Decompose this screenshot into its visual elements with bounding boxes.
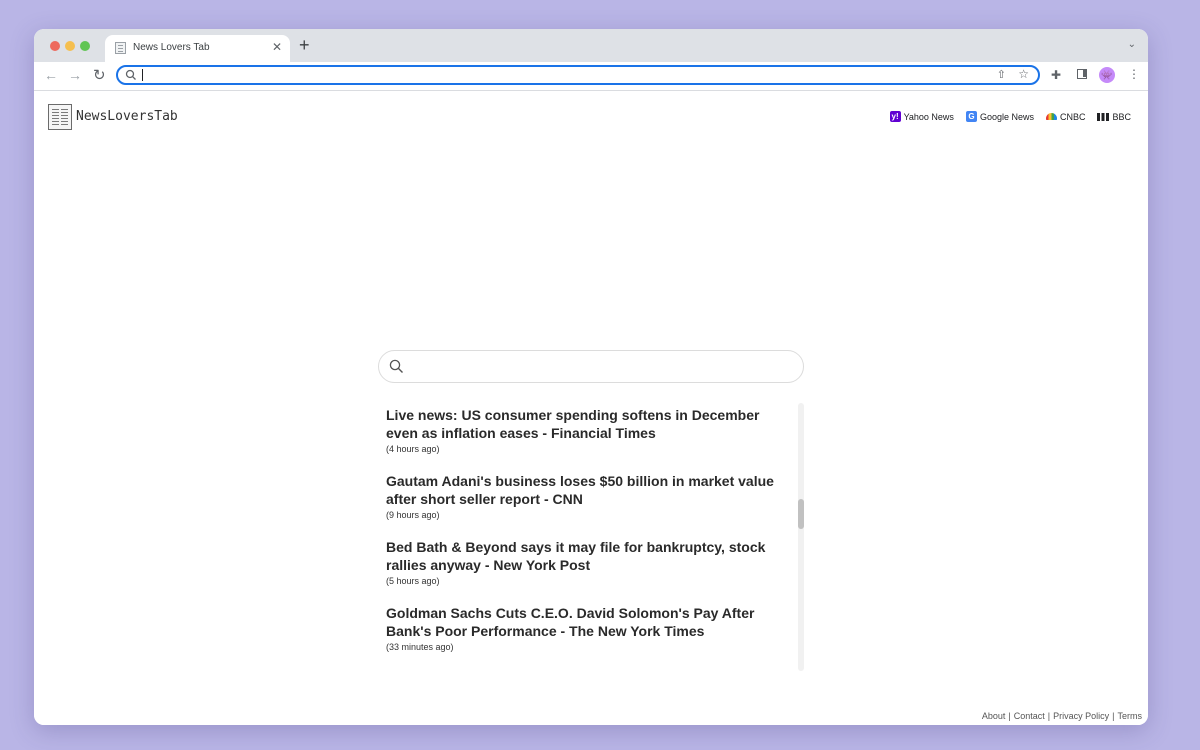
google-news-icon: G [965, 111, 977, 122]
news-search-box[interactable] [378, 350, 804, 383]
news-scrollbar[interactable] [798, 403, 804, 671]
news-headline-link[interactable]: Gautam Adani's business loses $50 billio… [386, 472, 786, 508]
maximize-window-button[interactable] [80, 41, 90, 51]
back-button[interactable]: ← [44, 67, 58, 83]
newspaper-icon [115, 42, 126, 54]
page-content: NewsLoversTab y! Yahoo News G Google New… [34, 91, 1148, 725]
tab-strip: News Lovers Tab ✕ + ⌄ [34, 29, 1148, 62]
new-tab-button[interactable]: + [299, 35, 310, 56]
forward-button[interactable]: → [68, 67, 82, 83]
minimize-window-button[interactable] [65, 41, 75, 51]
news-timestamp: (9 hours ago) [386, 510, 440, 520]
news-shortcuts: y! Yahoo News G Google News CNBC BBC [889, 111, 1131, 122]
news-headline-link[interactable]: Goldman Sachs Cuts C.E.O. David Solomon'… [386, 604, 786, 640]
footer-separator: | [1047, 711, 1051, 721]
footer-separator: | [1112, 711, 1115, 721]
text-caret [142, 69, 143, 81]
search-icon [389, 359, 403, 373]
scrollbar-thumb[interactable] [798, 499, 804, 529]
footer-link-privacy[interactable]: Privacy Policy [1053, 711, 1109, 721]
footer-links: About | Contact | Privacy Policy | Terms [982, 711, 1142, 721]
shortcut-label: Yahoo News [903, 111, 954, 122]
news-list: Live news: US consumer spending softens … [386, 406, 786, 670]
extensions-puzzle-icon[interactable]: ✚ [1051, 68, 1061, 82]
profile-avatar[interactable]: 👾 [1099, 67, 1115, 83]
browser-window: News Lovers Tab ✕ + ⌄ ← → ↻ ⇧ ☆ ✚ 👾 ⋮ Ne… [34, 29, 1148, 725]
tab-search-button[interactable]: ⌄ [1128, 39, 1136, 50]
news-item: Live news: US consumer spending softens … [386, 406, 786, 472]
news-headline-link[interactable]: Bed Bath & Beyond says it may file for b… [386, 538, 786, 574]
reload-button[interactable]: ↻ [93, 66, 106, 84]
news-item: Gautam Adani's business loses $50 billio… [386, 472, 786, 538]
tab-news-lovers[interactable]: News Lovers Tab ✕ [105, 35, 290, 62]
shortcut-google-news[interactable]: G Google News [965, 111, 1034, 122]
shortcut-label: BBC [1112, 111, 1131, 122]
news-timestamp: (5 hours ago) [386, 576, 440, 586]
news-item: Bed Bath & Beyond says it may file for b… [386, 538, 786, 604]
news-timestamp: (33 minutes ago) [386, 642, 454, 652]
search-icon [125, 69, 136, 80]
news-timestamp: (4 hours ago) [386, 444, 440, 454]
cnbc-icon [1045, 113, 1057, 120]
browser-menu-icon[interactable]: ⋮ [1128, 67, 1140, 81]
news-item: Goldman Sachs Cuts C.E.O. David Solomon'… [386, 604, 786, 670]
footer-link-about[interactable]: About [982, 711, 1006, 721]
share-icon[interactable]: ⇧ [997, 68, 1006, 81]
browser-toolbar: ← → ↻ ⇧ ☆ ✚ 👾 ⋮ [34, 62, 1148, 91]
shortcut-yahoo-news[interactable]: y! Yahoo News [889, 111, 954, 122]
side-panel-icon[interactable] [1077, 69, 1087, 79]
footer-link-terms[interactable]: Terms [1118, 711, 1143, 721]
address-input[interactable] [142, 68, 962, 82]
shortcut-label: CNBC [1059, 111, 1086, 122]
yahoo-icon: y! [889, 111, 901, 122]
address-bar[interactable]: ⇧ ☆ [116, 65, 1040, 85]
tab-close-icon[interactable]: ✕ [272, 40, 282, 54]
footer-separator: | [1008, 711, 1011, 721]
newspaper-logo-icon [48, 104, 72, 130]
bookmark-star-icon[interactable]: ☆ [1018, 67, 1029, 81]
shortcut-bbc[interactable]: BBC [1097, 111, 1131, 122]
news-headline-link[interactable]: Live news: US consumer spending softens … [386, 406, 786, 442]
search-input[interactable] [413, 358, 787, 378]
shortcut-cnbc[interactable]: CNBC [1045, 111, 1086, 122]
tab-title: News Lovers Tab [133, 42, 210, 53]
footer-link-contact[interactable]: Contact [1014, 711, 1045, 721]
close-window-button[interactable] [50, 41, 60, 51]
bbc-icon [1097, 112, 1110, 121]
shortcut-label: Google News [979, 111, 1034, 122]
logo-text: NewsLoversTab [76, 109, 178, 124]
